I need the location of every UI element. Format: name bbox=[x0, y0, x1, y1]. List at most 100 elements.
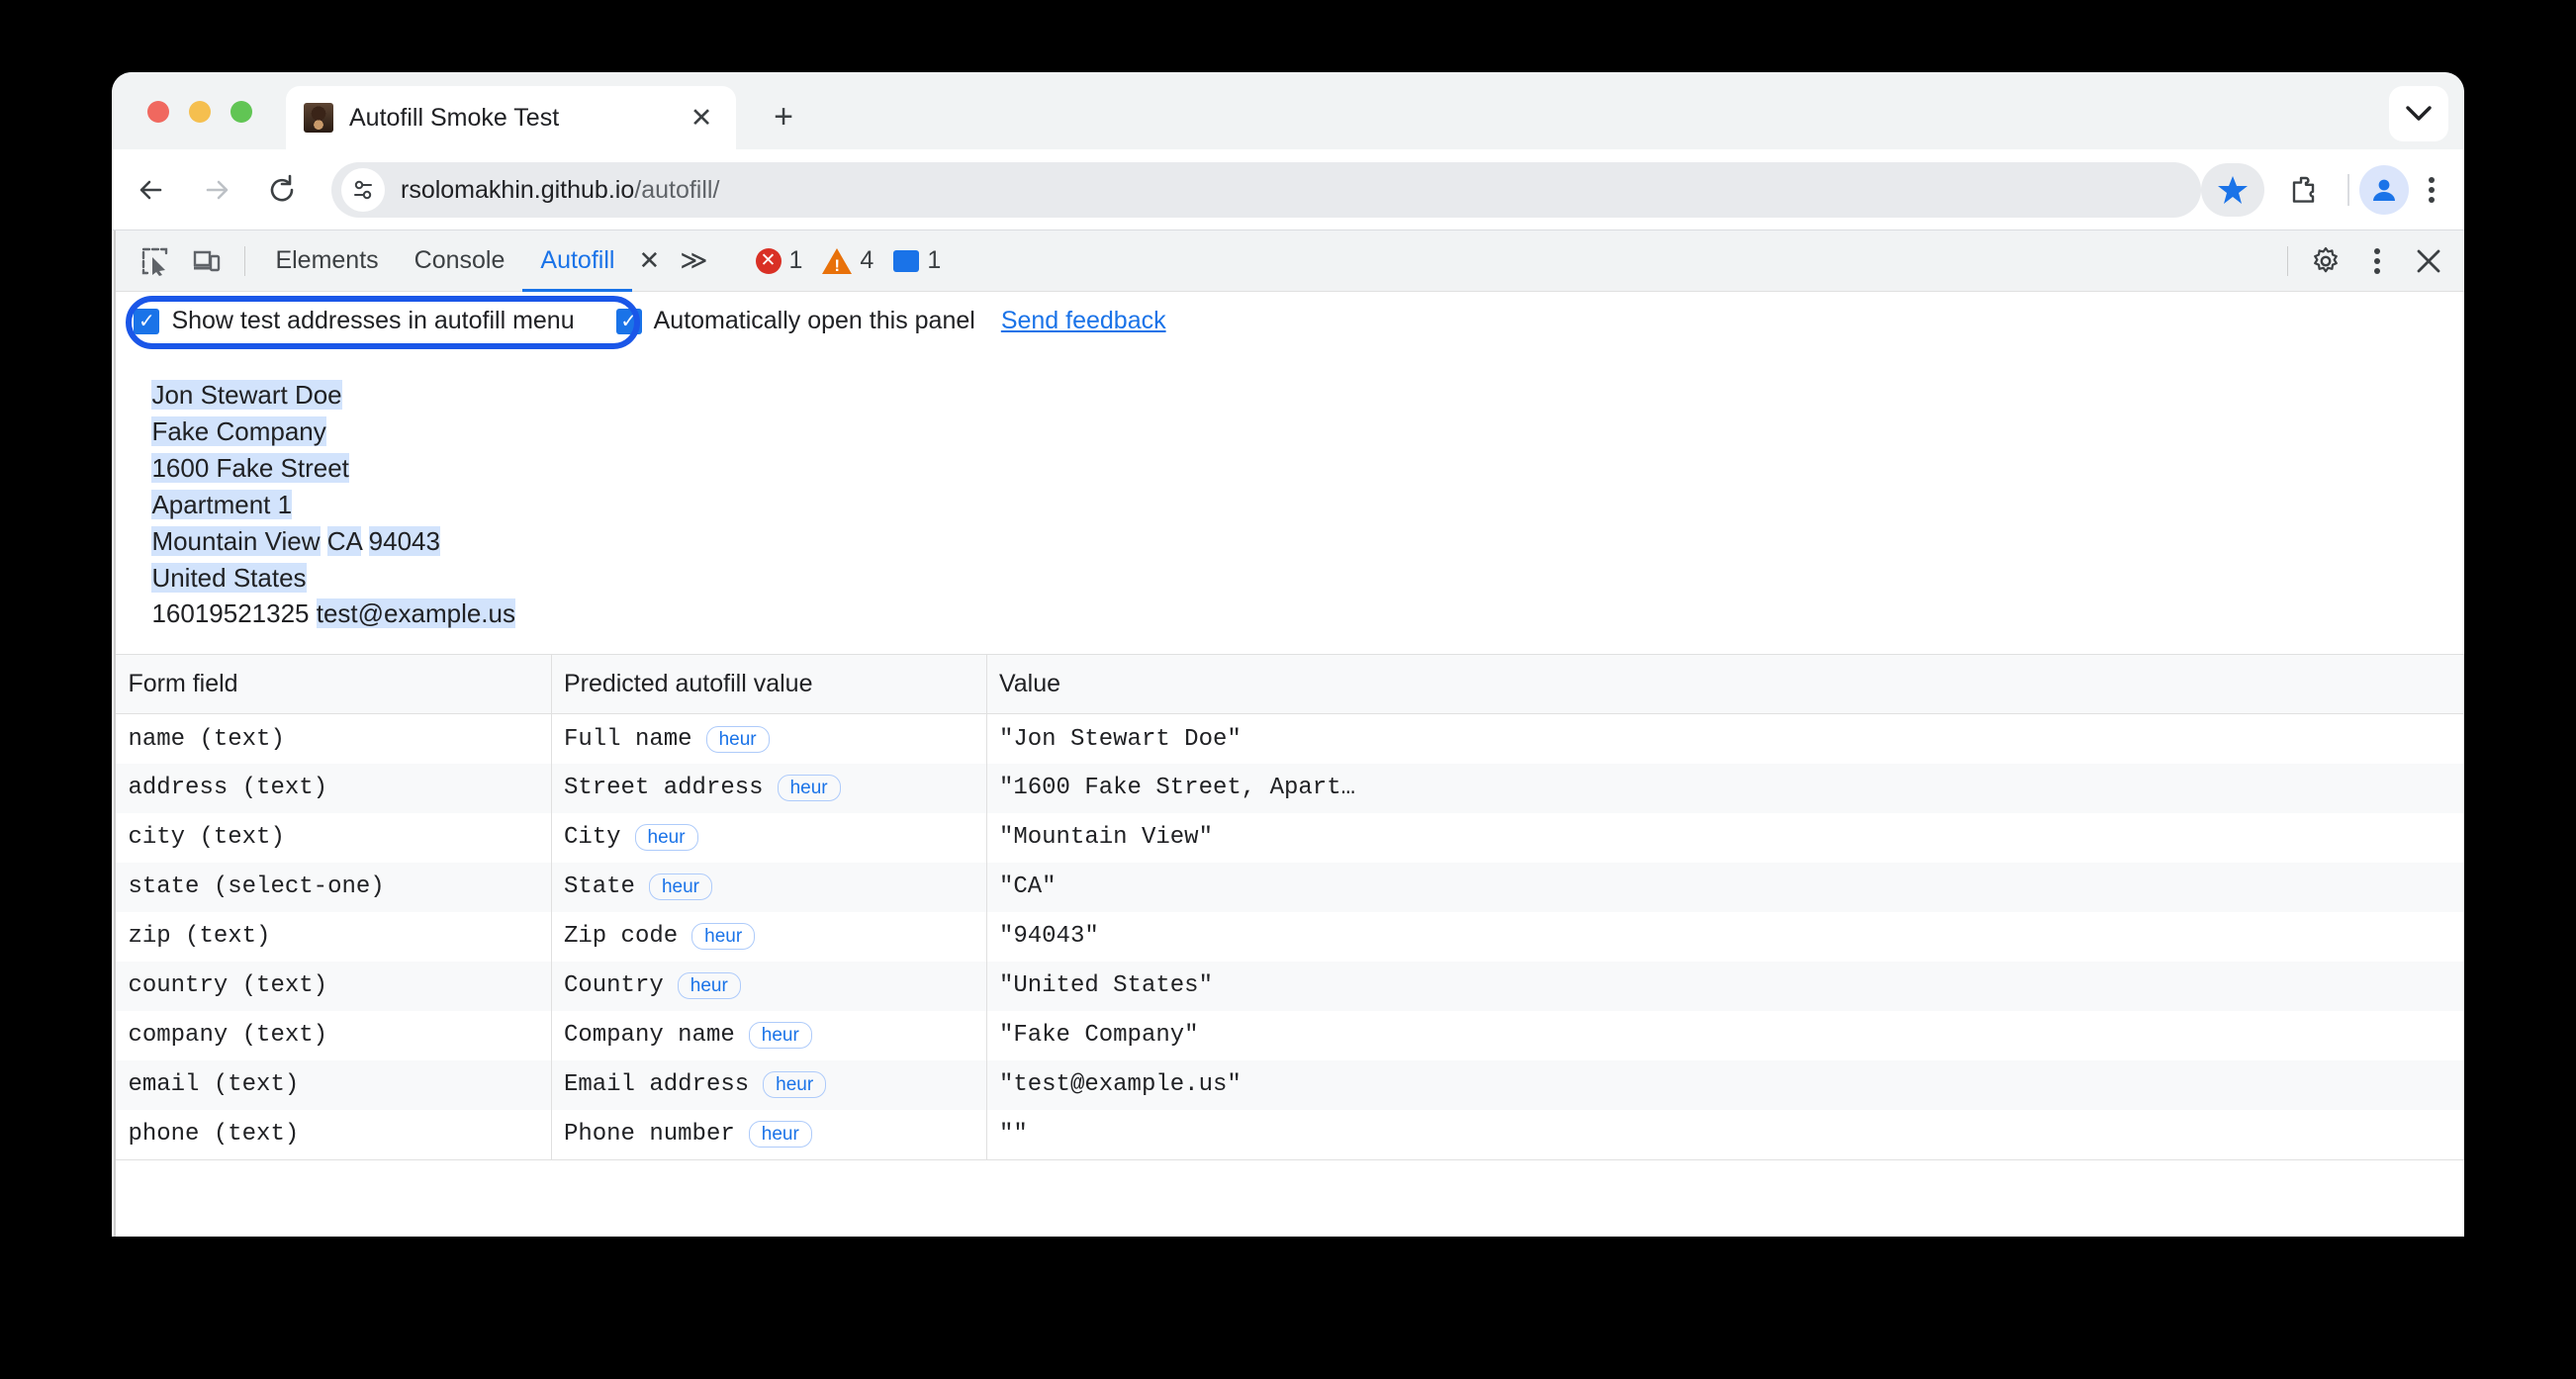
column-header-form-field: Form field bbox=[116, 654, 552, 715]
cell-value: "94043" bbox=[986, 911, 2464, 962]
forward-button[interactable] bbox=[191, 164, 242, 216]
address-bar[interactable]: rsolomakhin.github.io/autofill/ bbox=[331, 162, 2201, 218]
star-icon bbox=[2218, 176, 2248, 204]
address-state: CA bbox=[326, 525, 362, 556]
browser-toolbar: rsolomakhin.github.io/autofill/ bbox=[112, 149, 2464, 230]
chrome-menu-button[interactable] bbox=[2405, 163, 2458, 217]
checkbox-checked-icon: ✓ bbox=[615, 308, 642, 334]
table-row[interactable]: name (text) Full name heur "Jon Stewart Doe… bbox=[116, 713, 2464, 764]
puzzle-piece-icon bbox=[2292, 176, 2315, 203]
test-address-preview[interactable]: Jon Stewart Doe Fake Company 1600 Fake S… bbox=[116, 351, 2464, 654]
table-row[interactable]: address (text) Street address heur "1600 Fa… bbox=[116, 763, 2464, 813]
cell-value: "United States" bbox=[986, 961, 2464, 1011]
cell-predicted-value: Full name heur bbox=[551, 713, 987, 764]
page-favicon-icon bbox=[304, 103, 333, 133]
close-window-button[interactable] bbox=[147, 101, 169, 123]
window-controls bbox=[147, 101, 252, 123]
error-count[interactable]: ✕ 1 bbox=[755, 246, 802, 275]
table-row[interactable]: country (text) Country heur "United States" bbox=[116, 961, 2464, 1011]
address-phone: 16019521325 bbox=[151, 598, 310, 629]
auto-open-panel-checkbox[interactable]: ✓ Automatically open this panel bbox=[615, 307, 975, 335]
minimize-window-button[interactable] bbox=[189, 101, 211, 123]
inspect-element-button[interactable] bbox=[130, 237, 181, 285]
close-icon bbox=[2417, 249, 2440, 272]
address-name: Jon Stewart Doe bbox=[151, 380, 342, 410]
show-test-addresses-label: Show test addresses in autofill menu bbox=[171, 307, 575, 334]
table-header-row: Form field Predicted autofill value Valu… bbox=[116, 654, 2464, 715]
url-path: /autofill/ bbox=[634, 175, 720, 204]
more-tabs-icon[interactable]: ≫ bbox=[666, 245, 721, 276]
table-row[interactable]: state (select-one) State heur "CA" bbox=[116, 862, 2464, 912]
chevron-down-icon bbox=[2406, 106, 2432, 121]
cell-value: "CA" bbox=[986, 862, 2464, 912]
warning-count[interactable]: ! 4 bbox=[822, 246, 874, 275]
back-arrow-icon bbox=[139, 180, 162, 199]
device-toolbar-button[interactable] bbox=[181, 237, 232, 285]
table-row[interactable]: zip (text) Zip code heur "94043" bbox=[116, 911, 2464, 962]
inspect-cursor-icon bbox=[142, 247, 168, 276]
devtools-more-button[interactable] bbox=[2351, 237, 2403, 285]
web-page-pane: Beware what you post. All forms send dat… bbox=[112, 230, 115, 1237]
devtools-tab-autofill[interactable]: Autofill bbox=[522, 230, 632, 292]
cell-form-field: email (text) bbox=[116, 1059, 552, 1110]
message-icon bbox=[893, 249, 920, 272]
table-row[interactable]: phone (text) Phone number heur "" bbox=[116, 1109, 2464, 1159]
tab-title: Autofill Smoke Test bbox=[349, 103, 560, 132]
table-row[interactable]: company (text) Company name heur "Fake Comp… bbox=[116, 1010, 2464, 1060]
checkbox-checked-icon: ✓ bbox=[134, 308, 160, 334]
devtools-tab-elements[interactable]: Elements bbox=[257, 230, 396, 292]
close-tab-icon[interactable]: ✕ bbox=[685, 101, 718, 135]
predicted-value-text: City bbox=[563, 824, 621, 852]
devtools-panel: ElementsConsoleAutofill ✕ ≫ ✕ 1 ! 4 1 bbox=[116, 230, 2464, 1237]
tab-search-button[interactable] bbox=[2389, 86, 2448, 141]
cell-value: "Jon Stewart Doe" bbox=[986, 713, 2464, 764]
cell-predicted-value: City heur bbox=[551, 812, 987, 863]
three-dot-menu-icon bbox=[2374, 247, 2380, 274]
browser-window: Autofill Smoke Test ✕ + rsolomakhin.gith… bbox=[112, 72, 2464, 1237]
show-test-addresses-checkbox[interactable]: ✓ Show test addresses in autofill menu bbox=[134, 307, 575, 335]
cell-form-field: address (text) bbox=[116, 763, 552, 813]
tab-strip: Autofill Smoke Test ✕ + bbox=[112, 72, 2464, 149]
new-tab-button[interactable]: + bbox=[761, 94, 806, 139]
address-company: Fake Company bbox=[151, 415, 326, 446]
devtools-tab-console[interactable]: Console bbox=[397, 230, 523, 292]
table-row[interactable]: city (text) City heur "Mountain View" bbox=[116, 812, 2464, 863]
bookmark-star-button[interactable] bbox=[2201, 163, 2264, 217]
table-row[interactable]: email (text) Email address heur "test@examp… bbox=[116, 1059, 2464, 1110]
back-button[interactable] bbox=[126, 164, 177, 216]
heuristic-badge: heur bbox=[777, 775, 841, 802]
address-line-country: United States bbox=[151, 560, 2464, 597]
heuristic-badge: heur bbox=[705, 725, 770, 753]
cell-form-field: city (text) bbox=[116, 812, 552, 863]
address-zip: 94043 bbox=[368, 525, 440, 556]
forward-arrow-icon bbox=[206, 180, 229, 199]
address-line-apartment: Apartment 1 bbox=[151, 487, 2464, 523]
maximize-window-button[interactable] bbox=[230, 101, 252, 123]
info-count[interactable]: 1 bbox=[893, 246, 941, 275]
cell-predicted-value: Country heur bbox=[551, 961, 987, 1011]
profile-avatar-button[interactable] bbox=[2359, 165, 2409, 215]
cell-value: "" bbox=[986, 1109, 2464, 1159]
predicted-value-text: Company name bbox=[563, 1022, 735, 1050]
cell-value: "test@example.us" bbox=[986, 1059, 2464, 1110]
heuristic-badge: heur bbox=[677, 972, 741, 1000]
site-settings-button[interactable] bbox=[341, 168, 385, 212]
address-line-street: 1600 Fake Street bbox=[151, 450, 2464, 487]
send-feedback-link[interactable]: Send feedback bbox=[1001, 307, 1166, 335]
column-header-value: Value bbox=[986, 654, 2464, 715]
devtools-settings-button[interactable] bbox=[2300, 237, 2351, 285]
cell-form-field: phone (text) bbox=[116, 1109, 552, 1159]
cell-predicted-value: Company name heur bbox=[551, 1010, 987, 1060]
page-scrollbar[interactable] bbox=[112, 230, 115, 1237]
close-devtools-button[interactable] bbox=[2403, 237, 2454, 285]
predicted-value-text: Street address bbox=[563, 775, 764, 802]
extensions-button[interactable] bbox=[2278, 163, 2332, 217]
cell-form-field: state (select-one) bbox=[116, 862, 552, 912]
heuristic-badge: heur bbox=[691, 923, 756, 951]
close-autofill-tab-icon[interactable]: ✕ bbox=[632, 245, 666, 276]
reload-button[interactable] bbox=[256, 164, 308, 216]
info-count-value: 1 bbox=[927, 246, 942, 274]
browser-tab[interactable]: Autofill Smoke Test ✕ bbox=[286, 86, 736, 149]
predicted-value-text: Zip code bbox=[563, 923, 679, 951]
issue-counts: ✕ 1 ! 4 1 bbox=[755, 246, 956, 275]
